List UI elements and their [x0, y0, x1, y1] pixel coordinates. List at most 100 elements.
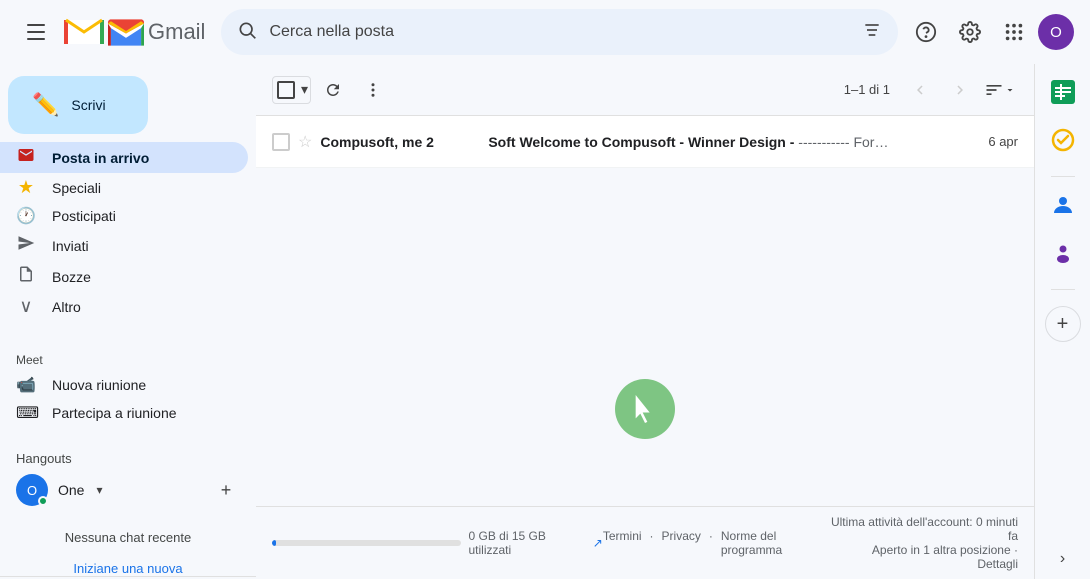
right-sidebar: + › — [1034, 64, 1090, 579]
sidebar-item-join-meeting[interactable]: ⌨ Partecipa a riunione — [0, 399, 248, 427]
sidebar-item-starred[interactable]: ★ Speciali — [0, 173, 248, 202]
main-layout: ✏️ Scrivi Posta in arrivo ★ Speciali 🕐 P… — [0, 64, 1090, 579]
snoozed-label: Posticipati — [52, 208, 116, 224]
sent-icon — [16, 234, 36, 257]
inbox-icon — [16, 146, 36, 169]
search-icon — [237, 20, 257, 45]
select-dropdown-button[interactable]: ▾ — [299, 81, 310, 98]
refresh-button[interactable] — [315, 72, 351, 108]
new-meeting-label: Nuova riunione — [52, 377, 146, 393]
new-meeting-icon: 📹 — [16, 375, 36, 395]
gmail-text: Gmail — [148, 19, 205, 45]
storage-bar — [272, 540, 461, 546]
join-meeting-icon: ⌨ — [16, 403, 36, 423]
footer-activity: Ultima attività dell'account: 0 minuti f… — [828, 515, 1018, 543]
hamburger-menu-button[interactable] — [16, 12, 56, 52]
topbar: Gmail Cerca nella posta — [0, 0, 1090, 64]
compose-label: Scrivi — [71, 97, 105, 113]
sidebar-item-snoozed[interactable]: 🕐 Posticipati — [0, 202, 248, 230]
email-checkbox[interactable] — [272, 133, 290, 151]
drafts-icon — [16, 265, 36, 288]
right-sidebar-collapse-arrow[interactable]: › — [1051, 547, 1075, 571]
snoozed-icon: 🕐 — [16, 206, 36, 226]
storage-link-icon[interactable]: ↗ — [593, 536, 603, 550]
add-hangout-button[interactable]: + — [212, 476, 240, 504]
start-new-chat-link[interactable]: Iniziane una nuova — [0, 561, 256, 576]
join-meeting-label: Partecipa a riunione — [52, 405, 177, 421]
right-sidebar-tasks-icon[interactable] — [1043, 120, 1083, 160]
more-label: Altro — [52, 299, 81, 315]
hangout-user: O One ▾ + — [16, 474, 240, 506]
hangout-status-indicator — [38, 496, 48, 506]
email-star-icon[interactable]: ☆ — [298, 132, 312, 152]
hangouts-section: Hangouts O One ▾ + — [0, 443, 256, 514]
search-filter-icon[interactable] — [862, 20, 882, 45]
inbox-label: Posta in arrivo — [52, 150, 149, 166]
toolbar-left: ▾ — [272, 72, 391, 108]
email-row[interactable]: ☆ Compusoft, me 2 Soft Welcome to Compus… — [256, 116, 1034, 168]
search-bar[interactable]: Cerca nella posta — [221, 9, 898, 55]
storage-text: 0 GB di 15 GB utilizzati — [469, 529, 585, 557]
footer-link-program[interactable]: Norme del programma — [721, 529, 828, 557]
right-sidebar-contacts-icon[interactable] — [1043, 185, 1083, 225]
footer-links: Termini · Privacy · Norme del programma — [603, 529, 828, 557]
footer-location: Aperto in 1 altra posizione · Dettagli — [828, 543, 1018, 571]
starred-icon: ★ — [16, 177, 36, 198]
select-all-checkbox[interactable] — [277, 81, 295, 99]
more-options-button[interactable] — [355, 72, 391, 108]
email-list: ☆ Compusoft, me 2 Soft Welcome to Compus… — [256, 116, 1034, 311]
right-sidebar-people-icon[interactable] — [1043, 233, 1083, 273]
sidebar-item-new-meeting[interactable]: 📹 Nuova riunione — [0, 371, 248, 399]
right-sidebar-add-button[interactable]: + — [1045, 306, 1081, 342]
prev-page-button[interactable] — [902, 72, 938, 108]
right-panel: ▾ 1–1 di 1 — [256, 64, 1034, 579]
email-subject-text: Soft Welcome to Compusoft - Winner Desig… — [488, 134, 798, 150]
hangout-user-name[interactable]: One — [58, 482, 84, 498]
sort-button[interactable] — [982, 72, 1018, 108]
footer-storage: 0 GB di 15 GB utilizzati ↗ — [272, 529, 603, 557]
gmail-logo: Gmail — [64, 18, 205, 46]
right-sidebar-sheets-icon[interactable] — [1043, 72, 1083, 112]
sidebar-item-more[interactable]: ∨ Altro — [0, 292, 248, 321]
starred-label: Speciali — [52, 180, 101, 196]
sidebar-item-inbox[interactable]: Posta in arrivo — [0, 142, 248, 173]
right-sidebar-divider-2 — [1051, 289, 1075, 290]
search-input-placeholder: Cerca nella posta — [269, 23, 850, 41]
sidebar: ✏️ Scrivi Posta in arrivo ★ Speciali 🕐 P… — [0, 64, 256, 579]
more-icon: ∨ — [16, 296, 36, 317]
email-toolbar: ▾ 1–1 di 1 — [256, 64, 1034, 116]
select-all-checkbox-wrap: ▾ — [272, 76, 311, 104]
sent-label: Inviati — [52, 238, 89, 254]
drafts-label: Bozze — [52, 269, 91, 285]
next-page-button[interactable] — [942, 72, 978, 108]
hangout-dropdown-icon[interactable]: ▾ — [96, 483, 102, 497]
gmail-m-icon — [108, 18, 144, 46]
email-sender: Compusoft, me 2 — [320, 134, 480, 150]
compose-button[interactable]: ✏️ Scrivi — [8, 76, 148, 134]
hangout-avatar: O — [16, 474, 48, 506]
cursor-indicator — [615, 379, 675, 439]
footer-link-privacy[interactable]: Privacy — [662, 529, 701, 557]
sidebar-item-drafts[interactable]: Bozze — [0, 261, 248, 292]
sidebar-item-sent[interactable]: Inviati — [0, 230, 248, 261]
page-info: 1–1 di 1 — [844, 82, 890, 97]
footer-details-link[interactable]: Dettagli — [977, 557, 1018, 571]
settings-button[interactable] — [950, 12, 990, 52]
hangouts-title: Hangouts — [16, 451, 240, 466]
email-subject: Soft Welcome to Compusoft - Winner Desig… — [488, 134, 964, 150]
toolbar-right: 1–1 di 1 — [836, 72, 1018, 108]
footer-link-terms[interactable]: Termini — [603, 529, 642, 557]
email-content-area — [256, 311, 1034, 506]
help-button[interactable] — [906, 12, 946, 52]
email-snippet: ----------- For… — [798, 134, 888, 150]
footer-right: Ultima attività dell'account: 0 minuti f… — [828, 515, 1018, 571]
footer: 0 GB di 15 GB utilizzati ↗ Termini · Pri… — [256, 506, 1034, 579]
no-recent-chat-text: Nessuna chat recente — [0, 514, 256, 561]
email-date: 6 apr — [988, 134, 1018, 149]
meet-section-label: Meet — [0, 345, 256, 371]
right-sidebar-divider — [1051, 176, 1075, 177]
compose-icon: ✏️ — [32, 92, 59, 118]
storage-used-bar — [272, 540, 276, 546]
user-avatar[interactable]: O — [1038, 14, 1074, 50]
apps-button[interactable] — [994, 12, 1034, 52]
